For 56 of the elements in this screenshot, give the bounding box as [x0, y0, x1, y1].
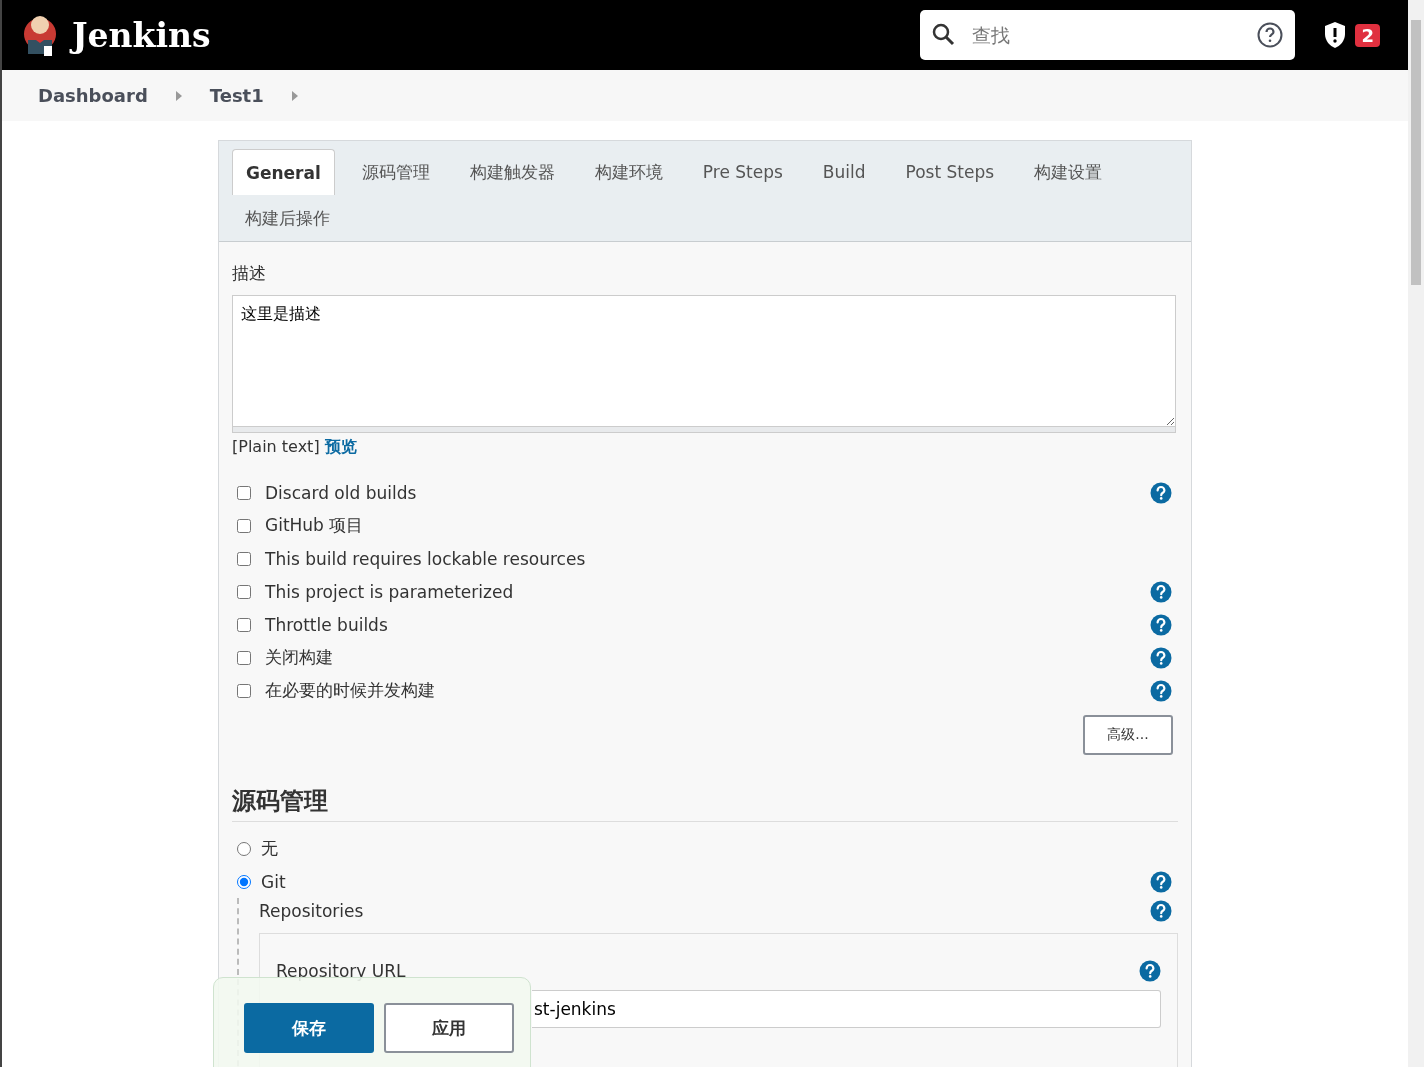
scrollbar-thumb[interactable]: [1411, 20, 1421, 285]
help-icon[interactable]: [1150, 679, 1172, 702]
field-label: Repositories: [259, 900, 365, 921]
tab[interactable]: 源码管理: [348, 149, 443, 195]
checkbox[interactable]: [237, 650, 251, 665]
help-icon[interactable]: [1139, 960, 1161, 982]
advanced-button[interactable]: 高级...: [1083, 715, 1173, 755]
tab[interactable]: 构建环境: [581, 149, 676, 195]
radio-button[interactable]: [237, 841, 251, 856]
security-shield-icon[interactable]: [1323, 21, 1348, 49]
field-label: 描述: [232, 262, 267, 285]
tab[interactable]: 构建触发器: [456, 149, 568, 195]
help-icon[interactable]: [1150, 580, 1172, 603]
tab[interactable]: Build: [809, 149, 879, 195]
tab[interactable]: 构建设置: [1021, 149, 1116, 195]
option-label: Git: [261, 871, 287, 892]
apply-button[interactable]: 应用: [384, 1003, 514, 1053]
option-label: 在必要的时候并发构建: [265, 679, 436, 702]
help-icon[interactable]: [1150, 613, 1172, 636]
help-icon[interactable]: [1150, 870, 1172, 893]
option-label: Discard old builds: [265, 482, 418, 503]
checkbox[interactable]: [237, 518, 251, 533]
breadcrumb-link[interactable]: Dashboard: [38, 85, 148, 106]
repository-url-field[interactable]: st-jenkins: [532, 990, 1161, 1028]
chevron-icon[interactable]: [291, 90, 298, 101]
option-label: This build requires lockable resources: [265, 548, 587, 569]
section-heading: 源码管理: [232, 785, 1178, 822]
option-label: Throttle builds: [265, 614, 389, 635]
help-icon[interactable]: [1150, 899, 1172, 922]
checkbox[interactable]: [237, 584, 251, 599]
alert-count-badge[interactable]: 2: [1355, 23, 1380, 47]
save-button[interactable]: 保存: [244, 1003, 374, 1053]
help-icon[interactable]: [1257, 22, 1284, 48]
option-label: 关闭构建: [265, 646, 334, 669]
help-icon[interactable]: [1150, 646, 1172, 669]
tab[interactable]: General: [232, 149, 335, 195]
tab[interactable]: Post Steps: [892, 149, 1008, 195]
checkbox[interactable]: [237, 551, 251, 566]
field-label: Repository URL: [276, 961, 407, 981]
search-field[interactable]: 查找: [920, 10, 1296, 60]
help-icon[interactable]: [1150, 481, 1172, 504]
checkbox[interactable]: [237, 485, 251, 500]
tab[interactable]: Pre Steps: [689, 149, 796, 195]
checkbox[interactable]: [237, 617, 251, 632]
option-label: This project is parameterized: [265, 581, 515, 602]
search-icon: [932, 23, 957, 47]
option-label: GitHub 项目: [265, 514, 365, 537]
checkbox[interactable]: [237, 683, 251, 698]
radio-button[interactable]: [237, 874, 251, 889]
description-field[interactable]: 这里是描述: [232, 295, 1176, 427]
format-note: [Plain text] 预览: [232, 437, 358, 458]
option-label: 无: [261, 837, 279, 860]
chevron-icon[interactable]: [175, 90, 182, 101]
preview-link[interactable]: 预览: [324, 437, 357, 456]
tab[interactable]: 构建后操作: [232, 195, 343, 241]
breadcrumb-link[interactable]: Test1: [209, 85, 264, 106]
